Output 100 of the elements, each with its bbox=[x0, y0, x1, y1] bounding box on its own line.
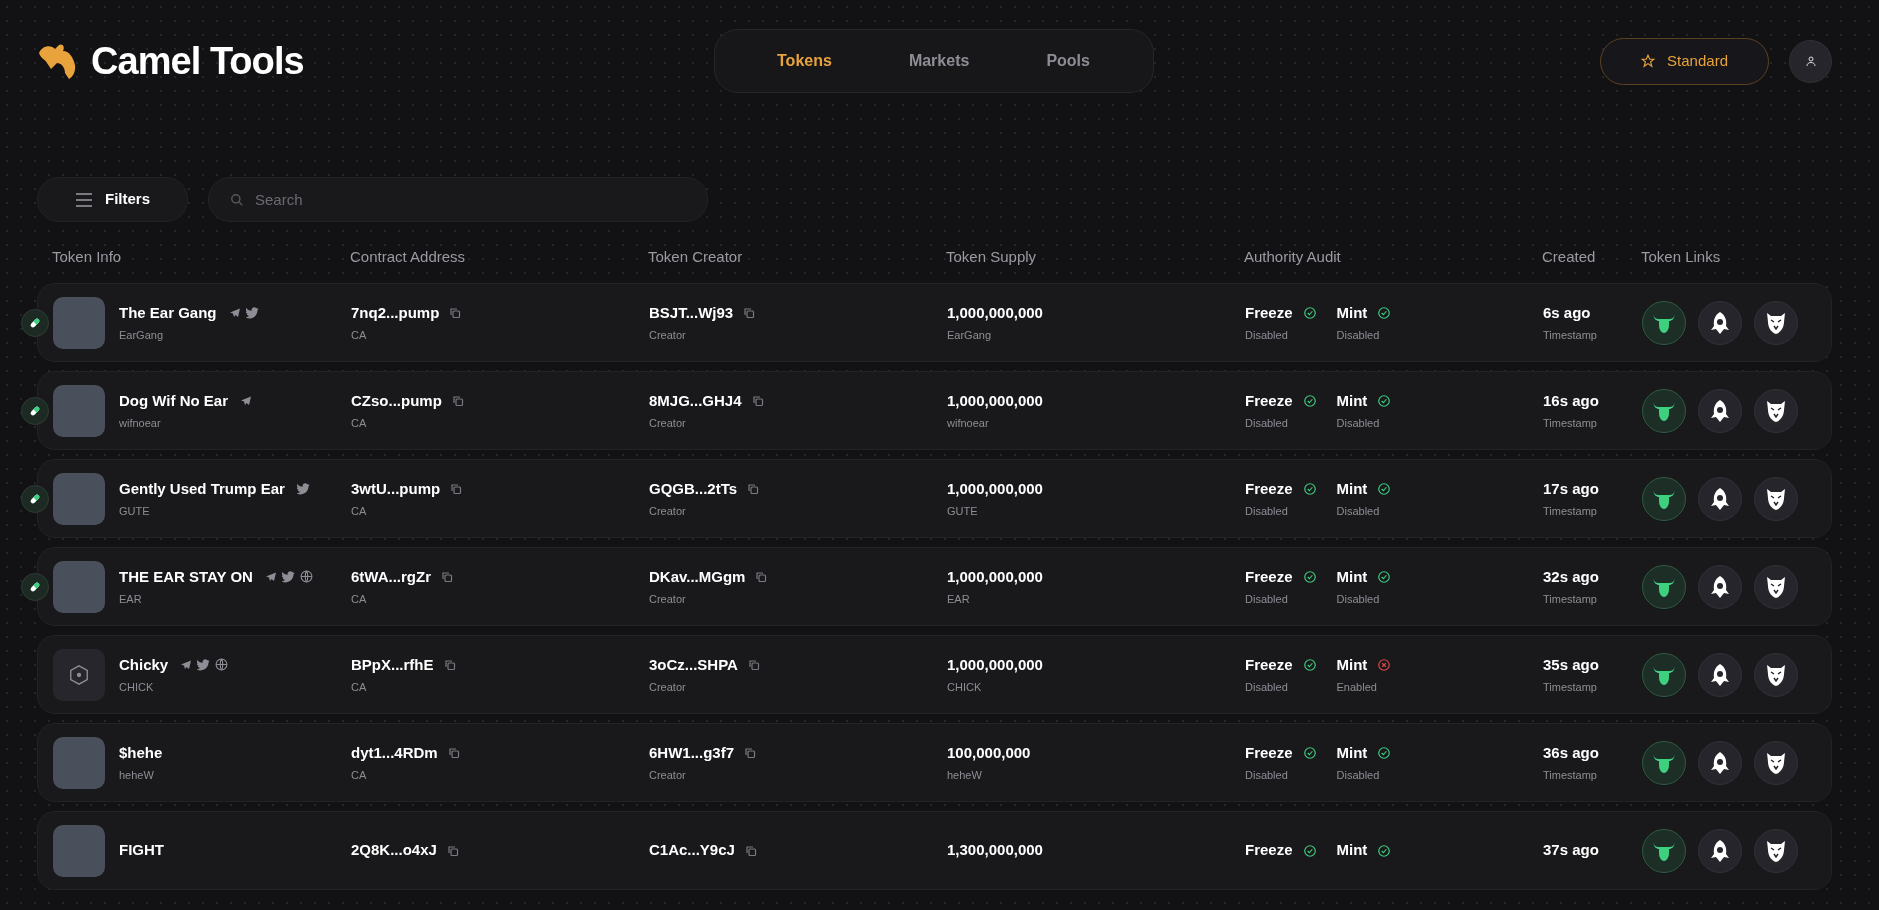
copy-icon bbox=[449, 306, 462, 319]
copy-button[interactable] bbox=[747, 658, 760, 671]
copy-icon bbox=[743, 306, 756, 319]
search-field[interactable]: Search bbox=[208, 177, 708, 222]
paper-plane-icon bbox=[240, 394, 253, 407]
rocket-link-button[interactable] bbox=[1698, 388, 1742, 433]
nav-tab[interactable]: Tokens bbox=[765, 41, 844, 81]
social-link[interactable] bbox=[197, 658, 211, 671]
contract-address: 3wtU...pump bbox=[351, 478, 441, 499]
token-row[interactable]: Gently Used Trump Ear GUTE 3wtU...pump CA GQGB...2tTs Creator 1,000,000,000 GUTE Freeze Disabled Mint Disabled 17s ago Timestamp bbox=[37, 459, 1832, 538]
rocket-icon bbox=[1709, 310, 1731, 335]
copy-icon bbox=[450, 482, 463, 495]
copy-button[interactable] bbox=[755, 570, 768, 583]
token-row[interactable]: The Ear Gang EarGang 7nq2...pump CA BSJT...Wj93 Creator 1,000,000,000 EarGang Freeze Disabled Mint Disabled 6s ago Timestamp bbox=[37, 283, 1832, 362]
rocket-link-button[interactable] bbox=[1698, 300, 1742, 345]
copy-button[interactable] bbox=[744, 844, 757, 857]
supply-label: wifnoear bbox=[947, 416, 990, 431]
copy-button[interactable] bbox=[747, 482, 760, 495]
token-row[interactable]: FIGHT 2Q8K...o4xJ C1Ac...Y9cJ 1,300,000,000 Freeze Mint 37s ago bbox=[37, 811, 1832, 890]
audit-status: Disabled bbox=[1336, 328, 1381, 343]
supply-label: EarGang bbox=[947, 328, 993, 343]
bull-link-button[interactable] bbox=[1642, 740, 1686, 785]
creator-label: Creator bbox=[649, 680, 687, 695]
token-supply: 1,000,000,000 bbox=[947, 478, 1043, 499]
column-header: Token Info bbox=[52, 246, 123, 267]
rocket-link-button[interactable] bbox=[1698, 828, 1742, 873]
token-name: Gently Used Trump Ear bbox=[119, 478, 285, 499]
supply-label: heheW bbox=[947, 768, 983, 783]
social-link[interactable] bbox=[215, 658, 229, 672]
bull-link-button[interactable] bbox=[1642, 476, 1686, 521]
rocket-link-button[interactable] bbox=[1698, 564, 1742, 609]
audit-status: Disabled bbox=[1245, 768, 1289, 783]
copy-button[interactable] bbox=[446, 844, 459, 857]
copy-button[interactable] bbox=[451, 394, 464, 407]
audit-status: Disabled bbox=[1245, 592, 1289, 607]
audit-label: Freeze bbox=[1245, 566, 1293, 587]
creator-address: C1Ac...Y9cJ bbox=[649, 840, 735, 861]
rocket-icon bbox=[1709, 574, 1731, 599]
bull-link-button[interactable] bbox=[1642, 388, 1686, 433]
social-link[interactable] bbox=[264, 570, 277, 583]
copy-button[interactable] bbox=[744, 746, 757, 759]
social-link[interactable] bbox=[245, 306, 259, 319]
social-link[interactable] bbox=[296, 482, 310, 495]
supply-label: EAR bbox=[947, 592, 971, 607]
bull-link-button[interactable] bbox=[1642, 652, 1686, 697]
contract-address: dyt1...4RDm bbox=[351, 742, 438, 763]
rocket-link-button[interactable] bbox=[1698, 476, 1742, 521]
token-row[interactable]: Dog Wif No Ear wifnoear CZso...pump CA 8MJG...GHJ4 Creator 1,000,000,000 wifnoear Freeze Disabled Mint Disabled 16s ago Timestamp bbox=[37, 371, 1832, 450]
hexagon-icon bbox=[68, 663, 90, 686]
nav-tab[interactable]: Markets bbox=[896, 41, 982, 81]
address-label: CA bbox=[351, 592, 368, 607]
copy-button[interactable] bbox=[449, 306, 462, 319]
token-row[interactable]: $hehe heheW dyt1...4RDm CA 6HW1...g3f7 Creator 100,000,000 heheW Freeze Disabled Mint Disabled 36s ago Timestamp bbox=[37, 723, 1832, 802]
social-link[interactable] bbox=[180, 658, 193, 671]
token-name: The Ear Gang bbox=[119, 302, 217, 323]
social-link[interactable] bbox=[299, 570, 313, 584]
token-symbol: EarGang bbox=[119, 328, 165, 343]
social-link[interactable] bbox=[281, 570, 295, 583]
bull-link-button[interactable] bbox=[1642, 828, 1686, 873]
nav-tab[interactable]: Pools bbox=[1034, 41, 1102, 81]
social-link[interactable] bbox=[228, 306, 241, 319]
copy-button[interactable] bbox=[751, 394, 764, 407]
token-supply: 100,000,000 bbox=[947, 742, 1031, 763]
token-supply: 1,000,000,000 bbox=[947, 390, 1043, 411]
token-row[interactable]: THE EAR STAY ON EAR 6tWA...rgZr CA DKav...MGgm Creator 1,000,000,000 EAR Freeze Disabled Mint Disabled 32s ago Timestamp bbox=[37, 547, 1832, 626]
social-link[interactable] bbox=[240, 394, 253, 407]
plan-button[interactable]: Standard bbox=[1600, 37, 1769, 85]
timestamp-label: Timestamp bbox=[1543, 768, 1598, 783]
column-header: Token Supply bbox=[946, 246, 1038, 267]
rocket-link-button[interactable] bbox=[1698, 740, 1742, 785]
rocket-icon bbox=[1709, 838, 1731, 863]
timestamp-label: Timestamp bbox=[1543, 504, 1598, 519]
bird-icon bbox=[296, 482, 310, 495]
copy-button[interactable] bbox=[450, 482, 463, 495]
globe-icon bbox=[215, 658, 229, 672]
address-label: CA bbox=[351, 416, 368, 431]
rocket-icon bbox=[1709, 486, 1731, 511]
copy-button[interactable] bbox=[441, 570, 453, 583]
copy-button[interactable] bbox=[743, 306, 756, 319]
copy-button[interactable] bbox=[447, 746, 460, 759]
audit-label: Mint bbox=[1336, 390, 1368, 411]
copy-icon bbox=[747, 482, 760, 495]
copy-icon bbox=[755, 570, 768, 583]
token-row[interactable]: Chicky CHICK BPpX...rfhE CA 3oCz...SHPA Creator 1,000,000,000 CHICK Freeze Disabled Mint Enabled 35s ago Timestamp bbox=[37, 635, 1832, 714]
bird-icon bbox=[197, 658, 211, 671]
contract-address: BPpX...rfhE bbox=[351, 654, 434, 675]
contract-address: CZso...pump bbox=[351, 390, 442, 411]
creator-label: Creator bbox=[649, 328, 687, 343]
audit-status: Disabled bbox=[1245, 416, 1289, 431]
filters-button[interactable]: Filters bbox=[37, 177, 188, 222]
bull-link-button[interactable] bbox=[1642, 564, 1686, 609]
creator-address: 6HW1...g3f7 bbox=[649, 742, 735, 763]
column-header: Token Creator bbox=[648, 246, 744, 267]
copy-button[interactable] bbox=[443, 658, 456, 671]
token-supply: 1,000,000,000 bbox=[947, 566, 1043, 587]
rocket-link-button[interactable] bbox=[1698, 652, 1742, 697]
timestamp-label: Timestamp bbox=[1543, 680, 1598, 695]
bull-link-button[interactable] bbox=[1642, 300, 1686, 345]
token-name: Dog Wif No Ear bbox=[119, 390, 229, 411]
menu-icon bbox=[75, 192, 93, 207]
